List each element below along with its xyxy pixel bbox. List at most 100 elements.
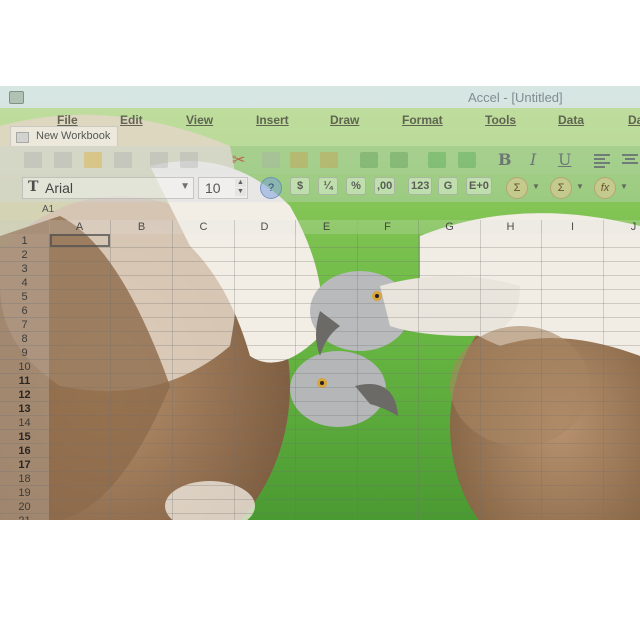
grid-line (357, 234, 358, 520)
menu-format[interactable]: Format (402, 113, 443, 127)
paste-icon[interactable] (290, 152, 308, 168)
menu-view[interactable]: View (186, 113, 213, 127)
grid-line (541, 234, 542, 520)
grid-line (49, 471, 640, 472)
redo-icon[interactable] (458, 152, 476, 168)
row-header[interactable]: 6 (0, 304, 49, 318)
row-header[interactable]: 5 (0, 290, 49, 304)
number-format-button[interactable]: 123 (408, 177, 433, 195)
increment-icon[interactable]: ▲ (235, 179, 246, 187)
menu-insert[interactable]: Insert (256, 113, 289, 127)
open-folder-icon[interactable] (84, 152, 102, 168)
active-cell-cursor[interactable] (50, 234, 110, 247)
grid-line (49, 499, 640, 500)
function-button[interactable]: fx (594, 177, 616, 199)
row-header[interactable]: 16 (0, 444, 49, 458)
standard-toolbar: ✂ B I U (0, 146, 640, 174)
row-header[interactable]: 11 (0, 374, 49, 388)
column-header[interactable]: H (480, 220, 542, 234)
font-name-select[interactable]: T Arial ▼ (22, 177, 194, 199)
paste-special-icon[interactable] (320, 152, 338, 168)
chevron-down-icon[interactable]: ▼ (620, 182, 628, 191)
menu-data-truncated[interactable]: Da (628, 113, 640, 127)
chevron-down-icon[interactable]: ▼ (532, 182, 540, 191)
currency-button[interactable]: $ (290, 177, 310, 195)
bold-button[interactable]: B (498, 152, 512, 168)
grid-line (49, 443, 640, 444)
row-header[interactable]: 14 (0, 416, 49, 430)
font-size-value: 10 (205, 180, 221, 196)
percent-button[interactable]: % (346, 177, 366, 195)
decrement-icon[interactable]: ▼ (235, 188, 246, 196)
grid-line (49, 429, 640, 430)
print-preview-icon[interactable] (180, 152, 198, 168)
copy-icon[interactable] (262, 152, 280, 168)
scientific-format-button[interactable]: E+0 (466, 177, 492, 195)
grid-line (49, 331, 640, 332)
workbook-tab-label: New Workbook (36, 130, 111, 142)
column-header-row: A B C D E F G H I J (0, 220, 640, 234)
cut-icon[interactable]: ✂ (232, 152, 245, 168)
help-icon[interactable]: ? (260, 177, 282, 199)
column-header[interactable]: A (49, 220, 111, 234)
grid-line (49, 415, 640, 416)
undo-icon[interactable] (428, 152, 446, 168)
print-icon[interactable] (150, 152, 168, 168)
row-header[interactable]: 7 (0, 318, 49, 332)
chevron-down-icon[interactable]: ▼ (576, 182, 584, 191)
align-center-icon[interactable] (622, 154, 640, 168)
row-header[interactable]: 4 (0, 276, 49, 290)
row-header[interactable]: 19 (0, 486, 49, 500)
grid-line (603, 234, 604, 520)
cell-reference: A1 (42, 204, 55, 215)
menu-tools[interactable]: Tools (485, 113, 516, 127)
row-header[interactable]: 21 (0, 514, 49, 520)
column-header[interactable]: D (234, 220, 296, 234)
row-header[interactable]: 13 (0, 402, 49, 416)
menu-data[interactable]: Data (558, 113, 584, 127)
save-icon[interactable] (114, 152, 132, 168)
row-header[interactable]: 2 (0, 248, 49, 262)
autosum-button[interactable]: Σ (506, 177, 528, 199)
new-icon[interactable] (24, 152, 42, 168)
menu-file[interactable]: File (57, 113, 78, 127)
format-toolbar: T Arial ▼ 10 ▲ ▼ ? $ ¼ % ,00 123 G E+0 Σ… (0, 174, 640, 202)
grid-line (49, 275, 640, 276)
workbook-icon (16, 132, 29, 143)
column-header[interactable]: J (603, 220, 640, 234)
font-size-stepper[interactable]: 10 ▲ ▼ (198, 177, 248, 199)
grid-line (172, 234, 173, 520)
row-header[interactable]: 12 (0, 388, 49, 402)
row-header[interactable]: 18 (0, 472, 49, 486)
column-header[interactable]: B (111, 220, 173, 234)
column-header[interactable]: I (542, 220, 604, 234)
row-header[interactable]: 15 (0, 430, 49, 444)
column-header[interactable]: G (419, 220, 481, 234)
decimal-button[interactable]: ,00 (374, 177, 396, 195)
menu-draw[interactable]: Draw (330, 113, 359, 127)
row-header[interactable]: 1 (0, 234, 49, 248)
fraction-button[interactable]: ¼ (318, 177, 338, 195)
select-all-corner[interactable] (0, 220, 50, 234)
general-format-button[interactable]: G (438, 177, 458, 195)
sum-button[interactable]: Σ (550, 177, 572, 199)
column-header[interactable]: E (296, 220, 358, 234)
row-header[interactable]: 20 (0, 500, 49, 514)
row-header[interactable]: 3 (0, 262, 49, 276)
row-header[interactable]: 10 (0, 360, 49, 374)
copy-doc-icon[interactable] (54, 152, 72, 168)
row-header[interactable]: 9 (0, 346, 49, 360)
column-header[interactable]: C (173, 220, 235, 234)
chevron-down-icon[interactable]: ▼ (180, 181, 190, 192)
row-header[interactable]: 8 (0, 332, 49, 346)
row-header[interactable]: 17 (0, 458, 49, 472)
menu-edit[interactable]: Edit (120, 113, 143, 127)
insert-chart-icon[interactable] (390, 152, 408, 168)
format-painter-icon[interactable] (360, 152, 378, 168)
italic-button[interactable]: I (530, 152, 536, 168)
grid-line (110, 234, 111, 520)
workbook-tab[interactable]: New Workbook (10, 126, 118, 146)
align-left-icon[interactable] (594, 154, 612, 168)
column-header[interactable]: F (357, 220, 419, 234)
underline-button[interactable]: U (558, 152, 571, 168)
